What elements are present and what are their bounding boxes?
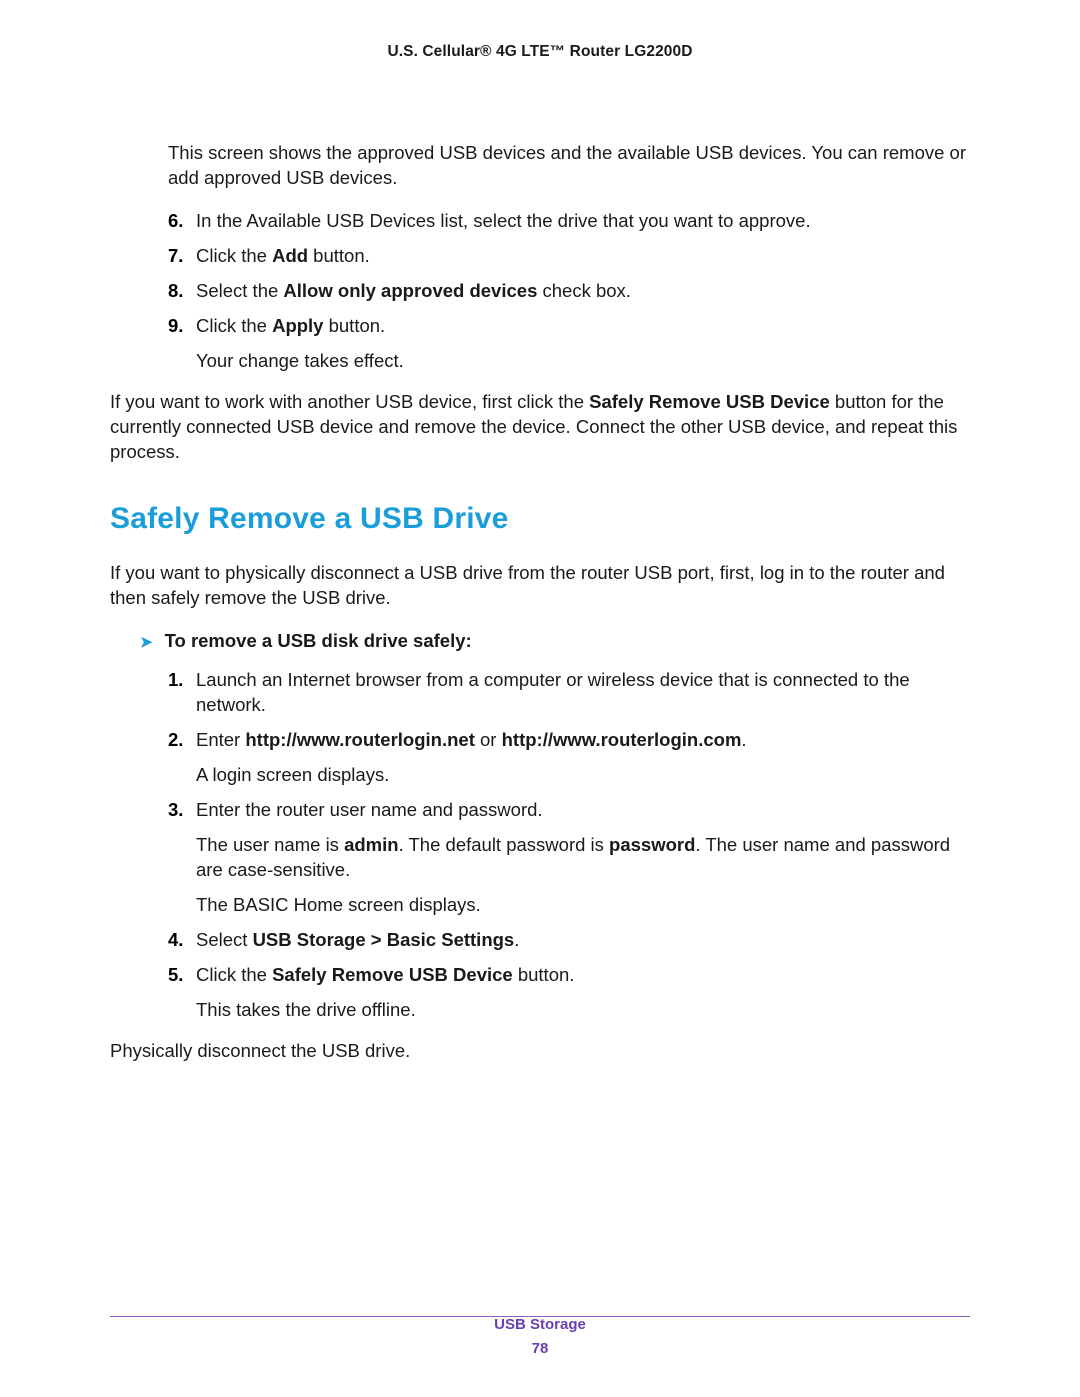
closing-paragraph: Physically disconnect the USB drive. (110, 1039, 970, 1064)
step-text: Launch an Internet browser from a comput… (196, 669, 910, 715)
step-text: Enter http://www.routerlogin.net or http… (196, 729, 747, 750)
step-number: 5. (168, 963, 183, 988)
section-title: Safely Remove a USB Drive (110, 499, 970, 540)
post-paragraph: If you want to work with another USB dev… (110, 390, 970, 465)
step-number: 6. (168, 209, 183, 234)
step-number: 3. (168, 798, 183, 823)
step-number: 4. (168, 928, 183, 953)
document-page: U.S. Cellular® 4G LTE™ Router LG2200D Th… (0, 0, 1080, 1397)
step-6: 6. In the Available USB Devices list, se… (168, 209, 970, 234)
step-subtext: The user name is admin. The default pass… (196, 833, 970, 883)
page-footer: USB Storage 78 (0, 1313, 1080, 1361)
step-subtext: This takes the drive offline. (196, 998, 970, 1023)
step-7: 7. Click the Add button. (168, 244, 970, 269)
step-text: Enter the router user name and password. (196, 799, 543, 820)
chevron-right-icon: ➤ (140, 633, 153, 653)
step-number: 8. (168, 279, 183, 304)
step-subtext: The BASIC Home screen displays. (196, 893, 970, 918)
step-b3: 3. Enter the router user name and passwo… (168, 798, 970, 918)
section-intro: If you want to physically disconnect a U… (110, 561, 970, 611)
footer-section: USB Storage (0, 1313, 1080, 1337)
step-b2: 2. Enter http://www.routerlogin.net or h… (168, 728, 970, 788)
step-text: Click the Apply button. (196, 315, 385, 336)
intro-paragraph: This screen shows the approved USB devic… (168, 141, 970, 191)
step-b1: 1. Launch an Internet browser from a com… (168, 668, 970, 718)
step-text: In the Available USB Devices list, selec… (196, 210, 811, 231)
step-text: Click the Safely Remove USB Device butto… (196, 964, 574, 985)
step-b4: 4. Select USB Storage > Basic Settings. (168, 928, 970, 953)
step-subtext: A login screen displays. (196, 763, 970, 788)
step-number: 7. (168, 244, 183, 269)
step-text: Select USB Storage > Basic Settings. (196, 929, 519, 950)
step-number: 2. (168, 728, 183, 753)
procedure-heading: ➤ To remove a USB disk drive safely: (140, 629, 970, 654)
step-subtext: Your change takes effect. (196, 349, 970, 374)
steps-list-b: 1. Launch an Internet browser from a com… (168, 668, 970, 1023)
step-text: Select the Allow only approved devices c… (196, 280, 631, 301)
step-b5: 5. Click the Safely Remove USB Device bu… (168, 963, 970, 1023)
step-number: 1. (168, 668, 183, 693)
footer-page-number: 78 (0, 1337, 1080, 1361)
step-8: 8. Select the Allow only approved device… (168, 279, 970, 304)
step-text: Click the Add button. (196, 245, 370, 266)
step-number: 9. (168, 314, 183, 339)
procedure-heading-text: To remove a USB disk drive safely: (165, 629, 472, 654)
step-9: 9. Click the Apply button. Your change t… (168, 314, 970, 374)
steps-list-a: 6. In the Available USB Devices list, se… (168, 209, 970, 374)
document-header: U.S. Cellular® 4G LTE™ Router LG2200D (110, 42, 970, 63)
